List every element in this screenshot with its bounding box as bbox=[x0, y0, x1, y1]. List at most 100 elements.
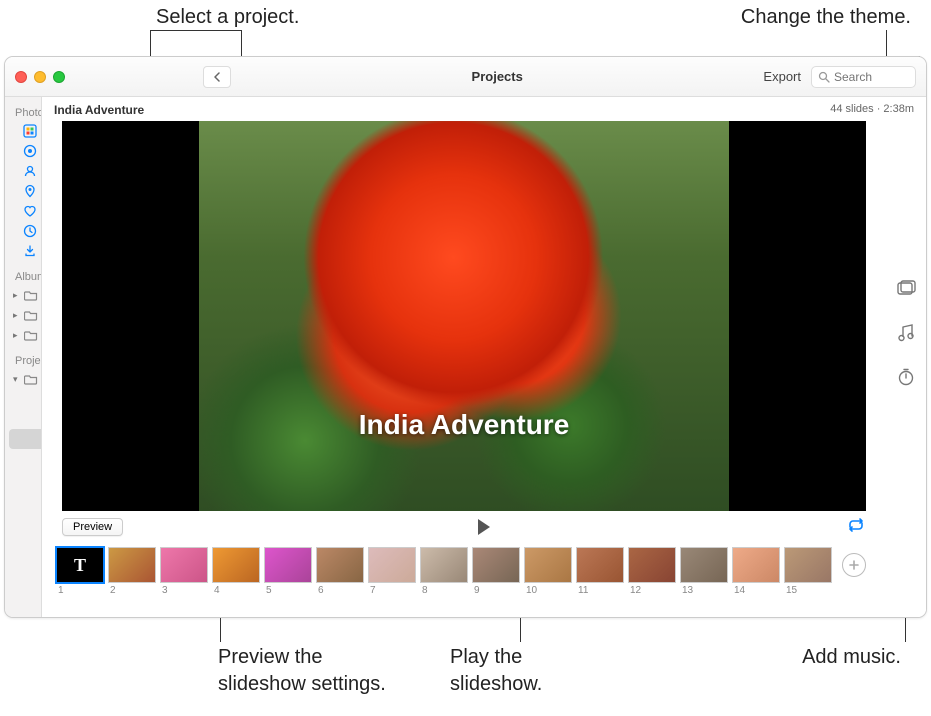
thumbnail-title-slide[interactable]: T 1 bbox=[56, 547, 104, 596]
sidebar: Photos Library Memories People Places Fa… bbox=[5, 97, 42, 617]
project-header: India Adventure 44 slides · 2:38m bbox=[42, 97, 926, 121]
side-tools bbox=[894, 277, 918, 389]
thumbnail[interactable]: 7 bbox=[368, 547, 416, 596]
play-button[interactable] bbox=[478, 519, 490, 535]
thumbnail-strip: T 1 2 3 4 5 6 7 8 9 10 11 12 13 14 15 bbox=[42, 541, 926, 600]
library-icon bbox=[23, 124, 37, 138]
thumbnail[interactable]: 14 bbox=[732, 547, 780, 596]
thumbnail-number: 11 bbox=[576, 585, 588, 596]
thumbnail[interactable]: 6 bbox=[316, 547, 364, 596]
sidebar-section-photos: Photos bbox=[5, 103, 41, 121]
sidebar-item-places[interactable]: Places bbox=[5, 181, 41, 201]
back-button[interactable] bbox=[203, 66, 231, 88]
maximize-window-button[interactable] bbox=[53, 71, 65, 83]
main-content: India Adventure 44 slides · 2:38m India … bbox=[42, 97, 926, 617]
thumbnail[interactable]: 13 bbox=[680, 547, 728, 596]
callout-change-theme: Change the theme. bbox=[741, 4, 911, 31]
thumbnail[interactable]: 12 bbox=[628, 547, 676, 596]
search-box[interactable] bbox=[811, 66, 916, 88]
callout-select-project: Select a project. bbox=[156, 4, 299, 31]
music-button[interactable] bbox=[894, 321, 918, 345]
thumbnail[interactable]: 3 bbox=[160, 547, 208, 596]
sidebar-item-media-types[interactable]: ▸ Media Types bbox=[5, 285, 41, 305]
chevron-right-icon: ▸ bbox=[13, 330, 18, 341]
app-window: Projects Export Photos Library Memories … bbox=[4, 56, 927, 618]
thumbnail-number: 13 bbox=[680, 585, 693, 596]
theme-button[interactable] bbox=[894, 277, 918, 301]
search-icon bbox=[818, 71, 830, 83]
chevron-right-icon: ▸ bbox=[13, 290, 18, 301]
search-input[interactable] bbox=[834, 70, 909, 84]
title-glyph: T bbox=[74, 555, 86, 576]
callout-preview-settings: Preview the slideshow settings. bbox=[218, 644, 386, 698]
sidebar-item-visit-to-lisbon[interactable]: Visit to Lisbon bbox=[5, 389, 42, 409]
chevron-left-icon bbox=[213, 72, 221, 82]
sidebar-item-favorites[interactable]: Favorites bbox=[5, 201, 41, 221]
slideshow-preview[interactable]: India Adventure bbox=[62, 121, 866, 511]
thumbnail[interactable]: 11 bbox=[576, 547, 624, 596]
thumbnail-number: 7 bbox=[368, 585, 376, 596]
thumbnail[interactable]: 15 bbox=[784, 547, 832, 596]
preview-button[interactable]: Preview bbox=[62, 518, 123, 536]
recents-icon bbox=[23, 224, 37, 238]
duration-button[interactable] bbox=[894, 365, 918, 389]
flower-photo bbox=[199, 121, 730, 511]
preview-image: India Adventure bbox=[199, 121, 730, 511]
titlebar: Projects Export bbox=[5, 57, 926, 97]
sidebar-item-shared-albums[interactable]: ▸ Shared Albums bbox=[5, 305, 41, 325]
window-controls bbox=[15, 71, 65, 83]
thumbnail-number: 3 bbox=[160, 585, 168, 596]
folder-icon bbox=[24, 288, 38, 302]
sidebar-item-memories[interactable]: Memories bbox=[5, 141, 41, 161]
thumbnail-number: 10 bbox=[524, 585, 537, 596]
thumbnail[interactable]: 2 bbox=[108, 547, 156, 596]
thumbnail-number: 5 bbox=[264, 585, 272, 596]
thumbnail[interactable]: 8 bbox=[420, 547, 468, 596]
window-title: Projects bbox=[231, 69, 763, 84]
sidebar-item-exploring-mor[interactable]: Exploring Mor… bbox=[5, 409, 42, 429]
folder-icon bbox=[24, 308, 38, 322]
timer-icon bbox=[896, 367, 916, 387]
sidebar-item-my-projects[interactable]: ▾ My Projects bbox=[5, 369, 41, 389]
thumbnail-number: 2 bbox=[108, 585, 116, 596]
callout-play-slideshow: Play the slideshow. bbox=[450, 644, 542, 698]
sidebar-item-india-adventure[interactable]: India Adventure bbox=[9, 429, 42, 449]
plus-icon bbox=[848, 559, 860, 571]
callout-add-music: Add music. bbox=[802, 644, 901, 671]
sidebar-section-projects: Projects bbox=[5, 351, 41, 369]
project-meta: 44 slides · 2:38m bbox=[830, 103, 914, 117]
thumbnail-number: 15 bbox=[784, 585, 797, 596]
people-icon bbox=[23, 164, 37, 178]
favorites-icon bbox=[23, 204, 37, 218]
thumbnail[interactable]: 4 bbox=[212, 547, 260, 596]
thumbnail[interactable]: 10 bbox=[524, 547, 572, 596]
project-title: India Adventure bbox=[54, 103, 144, 117]
thumbnail-number: 9 bbox=[472, 585, 480, 596]
thumbnail-number: 14 bbox=[732, 585, 745, 596]
folder-icon bbox=[24, 372, 38, 386]
slide-title-overlay: India Adventure bbox=[199, 409, 730, 441]
sidebar-item-people[interactable]: People bbox=[5, 161, 41, 181]
sidebar-item-recents[interactable]: Recents bbox=[5, 221, 41, 241]
thumbnail-number: 12 bbox=[628, 585, 641, 596]
loop-button[interactable] bbox=[846, 517, 866, 538]
chevron-down-icon: ▾ bbox=[13, 374, 18, 385]
theme-icon bbox=[895, 278, 917, 300]
close-window-button[interactable] bbox=[15, 71, 27, 83]
thumbnail-number: 1 bbox=[56, 585, 64, 596]
sidebar-item-library[interactable]: Library bbox=[5, 121, 41, 141]
thumbnail[interactable]: 5 bbox=[264, 547, 312, 596]
minimize-window-button[interactable] bbox=[34, 71, 46, 83]
add-photos-button[interactable] bbox=[842, 553, 866, 577]
imports-icon bbox=[23, 244, 37, 258]
thumbnail[interactable]: 9 bbox=[472, 547, 520, 596]
sidebar-item-my-albums[interactable]: ▸ My Albums bbox=[5, 325, 41, 345]
chevron-right-icon: ▸ bbox=[13, 310, 18, 321]
folder-icon bbox=[24, 328, 38, 342]
thumbnail-number: 4 bbox=[212, 585, 220, 596]
memories-icon bbox=[23, 144, 37, 158]
sidebar-section-albums: Albums bbox=[5, 267, 41, 285]
export-button[interactable]: Export bbox=[763, 69, 801, 84]
sidebar-item-imports[interactable]: Imports bbox=[5, 241, 41, 261]
thumbnail-number: 8 bbox=[420, 585, 428, 596]
